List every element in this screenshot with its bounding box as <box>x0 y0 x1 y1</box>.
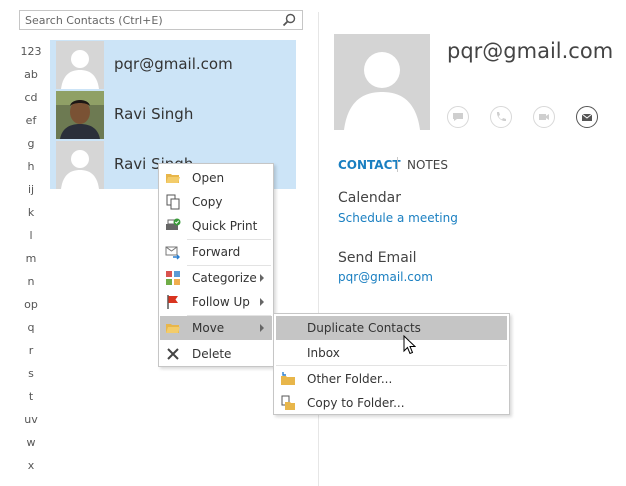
index-item[interactable]: q <box>16 321 46 334</box>
menu-item-categorize[interactable]: Categorize <box>160 266 272 290</box>
printer-icon <box>166 218 181 230</box>
forward-icon <box>165 246 180 260</box>
copy-to-folder-icon <box>281 395 295 410</box>
categorize-icon <box>166 271 180 285</box>
menu-item-delete[interactable]: Delete <box>160 342 272 366</box>
index-item[interactable]: s <box>16 367 46 380</box>
delete-icon <box>167 348 179 360</box>
contact-photo-placeholder <box>334 34 430 130</box>
contact-card[interactable]: Ravi Singh <box>50 90 296 139</box>
menu-item-quick-print[interactable]: Quick Print <box>160 214 272 238</box>
copy-icon <box>166 194 180 210</box>
index-item[interactable]: x <box>16 459 46 472</box>
flag-icon <box>167 295 178 309</box>
contact-name: pqr@gmail.com <box>114 55 233 73</box>
index-item[interactable]: w <box>16 436 46 449</box>
search-box[interactable] <box>19 10 303 30</box>
context-menu: Open Copy Quick Print Forward Categorize… <box>158 163 274 367</box>
submenu-arrow-icon <box>260 298 264 306</box>
folder-open-icon <box>166 174 180 183</box>
index-item[interactable]: n <box>16 275 46 288</box>
index-item[interactable]: k <box>16 206 46 219</box>
index-item[interactable]: r <box>16 344 46 357</box>
index-item[interactable]: ij <box>16 183 46 196</box>
contact-card[interactable]: pqr@gmail.com <box>50 40 296 89</box>
other-folder-icon <box>281 372 295 385</box>
menu-separator <box>276 365 507 366</box>
index-item[interactable]: l <box>16 229 46 242</box>
menu-item-forward[interactable]: Forward <box>160 240 272 264</box>
submenu-arrow-icon <box>260 324 264 332</box>
index-item[interactable]: ab <box>16 68 46 81</box>
video-icon[interactable] <box>533 106 555 128</box>
avatar-placeholder <box>56 141 104 189</box>
contact-title: pqr@gmail.com <box>447 39 614 63</box>
menu-item-move[interactable]: Move <box>160 316 272 340</box>
avatar-photo <box>56 91 104 139</box>
email-address-link[interactable]: pqr@gmail.com <box>338 270 433 284</box>
index-item[interactable]: ef <box>16 114 46 127</box>
phone-icon[interactable] <box>490 106 512 128</box>
schedule-meeting-link[interactable]: Schedule a meeting <box>338 211 458 225</box>
submenu-item-other-folder[interactable]: Other Folder... <box>276 367 507 391</box>
index-item[interactable]: op <box>16 298 46 311</box>
folder-move-icon <box>166 324 180 333</box>
index-item[interactable]: 123 <box>16 45 46 58</box>
move-submenu: Duplicate Contacts Inbox Other Folder...… <box>273 313 510 415</box>
menu-item-copy[interactable]: Copy <box>160 190 272 214</box>
contact-name: Ravi Singh <box>114 105 194 123</box>
submenu-item-duplicate-contacts[interactable]: Duplicate Contacts <box>276 316 507 340</box>
submenu-item-copy-to-folder[interactable]: Copy to Folder... <box>276 391 507 415</box>
index-item[interactable]: uv <box>16 413 46 426</box>
email-icon[interactable] <box>576 106 598 128</box>
index-item[interactable]: cd <box>16 91 46 104</box>
avatar-placeholder <box>56 41 104 89</box>
search-input[interactable] <box>20 11 280 29</box>
tab-separator <box>397 157 398 172</box>
send-email-heading: Send Email <box>338 250 417 266</box>
tab-contact[interactable]: CONTACT <box>338 158 401 172</box>
index-item[interactable]: m <box>16 252 46 265</box>
menu-item-open[interactable]: Open <box>160 166 272 190</box>
calendar-heading: Calendar <box>338 190 401 206</box>
index-item[interactable]: h <box>16 160 46 173</box>
search-icon[interactable] <box>282 13 296 27</box>
index-item[interactable]: t <box>16 390 46 403</box>
index-item[interactable]: g <box>16 137 46 150</box>
submenu-item-inbox[interactable]: Inbox <box>276 341 507 365</box>
tab-notes[interactable]: NOTES <box>407 158 448 172</box>
chat-icon[interactable] <box>447 106 469 128</box>
mouse-cursor-icon <box>403 335 416 355</box>
menu-item-follow-up[interactable]: Follow Up <box>160 290 272 314</box>
submenu-arrow-icon <box>260 274 264 282</box>
